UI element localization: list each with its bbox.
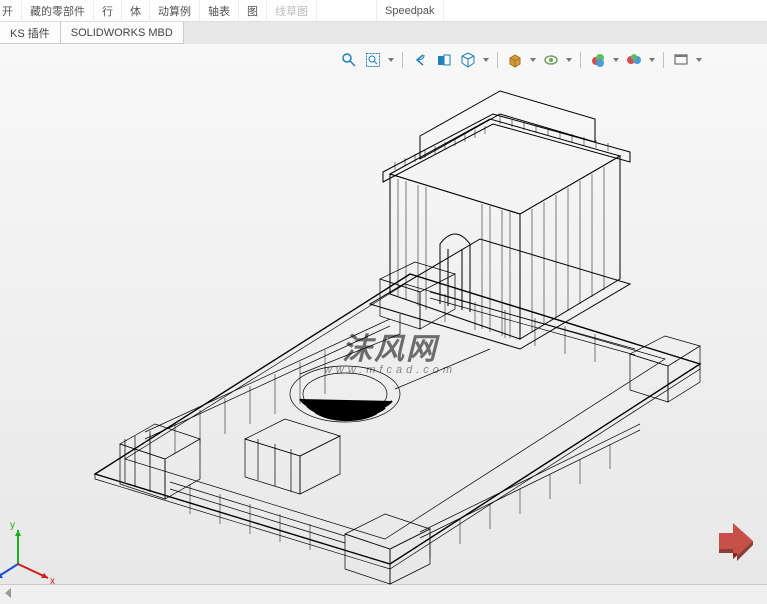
svg-text:y: y <box>10 520 15 531</box>
ribbon-item-motion[interactable]: 动算例 <box>150 0 200 21</box>
ribbon-item-open[interactable]: 开 <box>0 0 22 21</box>
solidworks-logo-icon <box>713 519 755 566</box>
ribbon-item-axis[interactable]: 轴表 <box>200 0 239 21</box>
ribbon-label-text: 图 <box>247 3 258 19</box>
ribbon-label-text: 线草图 <box>275 3 308 19</box>
model-wireframe[interactable]: y x z <box>0 44 767 604</box>
ribbon-item-hidden-comp[interactable]: 藏的零部件 <box>22 0 94 21</box>
ribbon-item-body[interactable]: 体 <box>122 0 150 21</box>
ribbon-item-view[interactable]: 图 <box>239 0 267 21</box>
ribbon-label-text: 体 <box>130 3 141 19</box>
ribbon-label-text: 行 <box>102 3 113 19</box>
tab-mbd[interactable]: SOLIDWORKS MBD <box>61 22 184 44</box>
view-triad: y x z <box>0 520 55 589</box>
graphics-viewport[interactable]: y x z 沫风网 www.mfcad.com <box>0 44 767 584</box>
tab-label: KS 插件 <box>10 25 50 41</box>
ribbon-item-sketch[interactable]: 线草图 <box>267 0 317 21</box>
ribbon-label-text: 动算例 <box>158 3 191 19</box>
ribbon-tab-strip: KS 插件 SOLIDWORKS MBD <box>0 22 767 44</box>
ribbon-label-text: Speedpak <box>385 5 435 17</box>
ribbon-labels: 开 藏的零部件 行 体 动算例 轴表 图 线草图 Speedpak <box>0 0 767 22</box>
tab-label: SOLIDWORKS MBD <box>71 27 173 39</box>
tab-ks-plugin[interactable]: KS 插件 <box>0 22 61 44</box>
svg-text:x: x <box>50 576 55 587</box>
ribbon-item-blank[interactable] <box>317 0 377 21</box>
ribbon-label-text: 开 <box>2 3 13 19</box>
ribbon-label-text: 藏的零部件 <box>30 3 85 19</box>
ribbon-item-speedpak[interactable]: Speedpak <box>377 0 444 21</box>
ribbon-label-text: 轴表 <box>208 3 230 19</box>
ribbon-item-row[interactable]: 行 <box>94 0 122 21</box>
